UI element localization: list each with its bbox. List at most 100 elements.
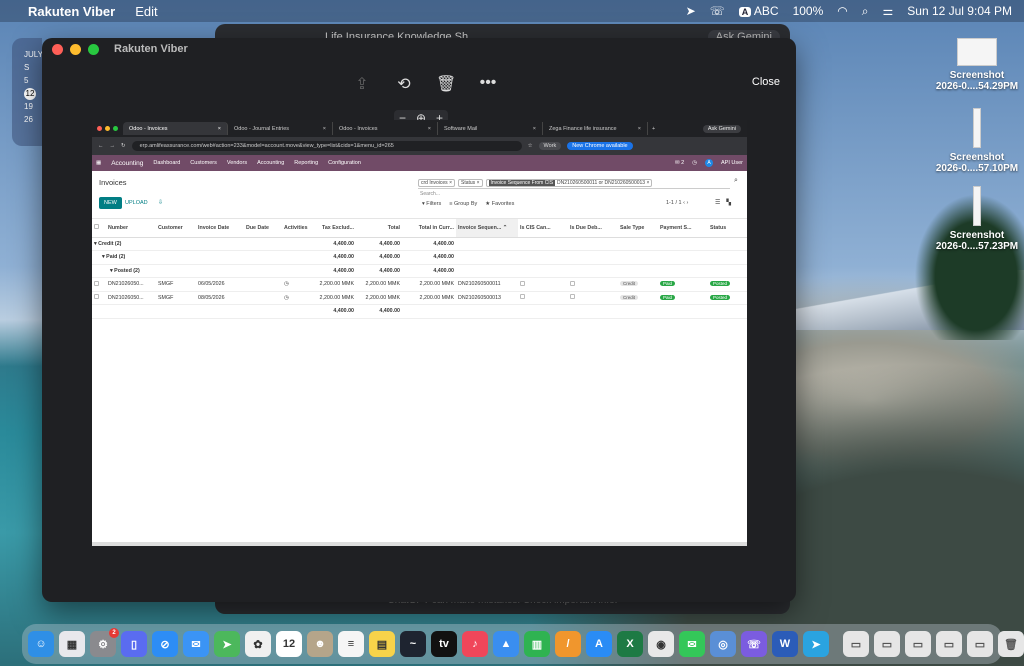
column-header[interactable]: Due Date xyxy=(244,219,282,238)
activity-icon[interactable]: ◷ xyxy=(692,160,697,166)
column-header[interactable]: Total xyxy=(356,219,402,238)
odoo-app-name[interactable]: Accounting xyxy=(111,160,143,167)
group-row[interactable]: ▾ Credit (2) 4,400.00 4,400.00 4,400.00 xyxy=(92,237,747,251)
nav-item[interactable]: Accounting xyxy=(257,160,284,166)
user-avatar[interactable]: A xyxy=(704,159,713,167)
excel-icon[interactable]: X xyxy=(617,631,643,657)
url-field[interactable]: erp.amlifeassurance.com/web#action=233&m… xyxy=(131,141,522,151)
column-header[interactable]: Total in Curr... xyxy=(402,219,456,238)
nav-item[interactable]: Vendors xyxy=(227,160,247,166)
download-icon[interactable]: ⇩ xyxy=(158,199,163,206)
trash-icon[interactable]: 🗑 xyxy=(436,74,456,94)
telegram-status-icon[interactable]: ➤ xyxy=(686,4,696,18)
viber-icon[interactable]: ☏ xyxy=(741,631,767,657)
preview-icon[interactable]: ◎ xyxy=(710,631,736,657)
activity-clock-icon[interactable]: ◷ xyxy=(284,281,289,287)
viber-status-icon[interactable]: ☏ xyxy=(710,4,725,18)
back-icon[interactable]: ← xyxy=(98,143,104,149)
user-name[interactable]: API User xyxy=(721,160,743,166)
row-checkbox[interactable] xyxy=(94,280,99,286)
chrome-tab[interactable]: Odoo - Invoices × xyxy=(333,122,438,135)
chrome-tab[interactable]: Odoo - Journal Entries × xyxy=(228,122,333,135)
column-header[interactable]: Activities xyxy=(282,219,316,238)
window-thumb-3-icon[interactable]: ▭ xyxy=(936,631,962,657)
desktop-file-screenshot-2[interactable]: Screenshot 2026-0....57.10PM xyxy=(930,108,1024,174)
wifi-icon[interactable]: ◠ xyxy=(837,4,847,18)
table-row[interactable]: DN21026050... SMGF 08/05/2026 ◷ 2,200.00… xyxy=(92,291,747,305)
column-header-sorted[interactable]: Invoice Sequen... ⌃ xyxy=(456,219,518,238)
apps-menu-icon[interactable]: ▦ xyxy=(96,160,101,166)
app-store-icon[interactable]: A xyxy=(586,631,612,657)
finder-icon[interactable]: ☺ xyxy=(28,631,54,657)
calendar-icon[interactable]: 12 xyxy=(276,631,302,657)
share-icon[interactable]: ⇪ xyxy=(352,74,372,94)
reload-icon[interactable]: ↻ xyxy=(121,143,126,149)
column-header[interactable]: Sale Type xyxy=(618,219,658,238)
pages-icon[interactable]: / xyxy=(555,631,581,657)
zoom-window-button[interactable] xyxy=(88,43,99,55)
telegram-icon[interactable]: ➤ xyxy=(803,631,829,657)
column-header[interactable]: Tax Exclud... xyxy=(316,219,356,238)
music-icon[interactable]: ♪ xyxy=(462,631,488,657)
search-input[interactable]: Search... xyxy=(420,191,440,197)
ask-gemini-button[interactable]: Ask Gemini xyxy=(702,124,741,133)
iphone-mirroring-icon[interactable]: ▯ xyxy=(121,631,147,657)
maps-icon[interactable]: ➤ xyxy=(214,631,240,657)
chat-icon[interactable]: ✉ 2 xyxy=(675,160,684,166)
list-view-icon[interactable]: ☰ xyxy=(715,199,720,206)
window-thumb-4-icon[interactable]: ▭ xyxy=(967,631,993,657)
contacts-icon[interactable]: ☻ xyxy=(307,631,333,657)
kanban-view-icon[interactable]: ▚ xyxy=(726,199,731,206)
minimize-window-button[interactable] xyxy=(70,43,81,55)
active-app-name[interactable]: Rakuten Viber xyxy=(28,4,115,19)
row-checkbox[interactable] xyxy=(94,294,99,300)
word-icon[interactable]: W xyxy=(772,631,798,657)
column-header[interactable]: Is Due Deb... xyxy=(568,219,618,238)
reminders-icon[interactable]: ≡ xyxy=(338,631,364,657)
chrome-tab[interactable]: Zega Finance life insurance × xyxy=(543,122,648,135)
trash-icon[interactable]: 🗑 xyxy=(998,631,1024,657)
numbers-icon[interactable]: ▥ xyxy=(524,631,550,657)
column-header[interactable]: Invoice Date xyxy=(196,219,244,238)
freeform-icon[interactable]: ~ xyxy=(400,631,426,657)
notes-icon[interactable]: ▤ xyxy=(369,631,395,657)
photos-icon[interactable]: ✿ xyxy=(245,631,271,657)
nav-item[interactable]: Reporting xyxy=(294,160,318,166)
window-thumb-2-icon[interactable]: ▭ xyxy=(905,631,931,657)
chrome-tab[interactable]: Software Mail × xyxy=(438,122,543,135)
search-facets[interactable]: crd Invoices × Status × Invoice Sequence… xyxy=(418,177,730,189)
mail-icon[interactable]: ✉ xyxy=(183,631,209,657)
pager[interactable]: 1-1 / 1 ‹ › xyxy=(666,200,688,206)
profile-chip[interactable]: Work xyxy=(538,142,562,150)
printer-icon[interactable]: ▭ xyxy=(843,631,869,657)
shared-screenshot-image[interactable]: Odoo - Invoices × Odoo - Journal Entries ×… xyxy=(92,120,747,546)
favorites-button[interactable]: ★ Favorites xyxy=(485,201,514,207)
control-center-icon[interactable]: ⚌ xyxy=(883,4,894,18)
column-header[interactable]: Payment S... xyxy=(658,219,708,238)
nav-item[interactable]: Dashboard xyxy=(153,160,180,166)
system-settings-icon[interactable]: ⚙ 2 xyxy=(90,628,119,657)
filters-button[interactable]: ▾ Filters xyxy=(422,201,441,207)
menubar-clock[interactable]: Sun 12 Jul 9:04 PM xyxy=(907,4,1012,18)
column-header[interactable]: Is CIS Can... xyxy=(518,219,568,238)
select-all-checkbox[interactable] xyxy=(94,224,99,230)
more-icon[interactable]: ••• xyxy=(478,74,498,94)
desktop-file-screenshot-1[interactable]: Screenshot 2026-0....54.29PM xyxy=(930,38,1024,92)
input-source-icon[interactable]: A ABC xyxy=(738,4,779,18)
column-header[interactable]: Number xyxy=(106,219,156,238)
nav-item[interactable]: Customers xyxy=(190,160,217,166)
table-row[interactable]: DN21026050... SMGF 06/05/2026 ◷ 2,200.00… xyxy=(92,277,747,292)
group-row[interactable]: ▾ Posted (2) 4,400.00 4,400.00 4,400.00 xyxy=(92,264,747,278)
new-button[interactable]: NEW xyxy=(99,197,122,209)
messages-icon[interactable]: ✉ xyxy=(679,631,705,657)
horizontal-scrollbar[interactable] xyxy=(92,542,747,546)
close-button[interactable]: Close xyxy=(752,76,780,88)
safari-icon[interactable]: ⊘ xyxy=(152,631,178,657)
menu-edit[interactable]: Edit xyxy=(135,4,157,19)
tv-icon[interactable]: tv xyxy=(431,631,457,657)
update-chip[interactable]: New Chrome available xyxy=(567,142,633,150)
activity-clock-icon[interactable]: ◷ xyxy=(284,295,289,301)
search-icon[interactable]: ⌕ xyxy=(734,177,738,185)
desktop-file-screenshot-3[interactable]: Screenshot 2026-0....57.23PM xyxy=(930,186,1024,252)
nav-item[interactable]: Configuration xyxy=(328,160,361,166)
